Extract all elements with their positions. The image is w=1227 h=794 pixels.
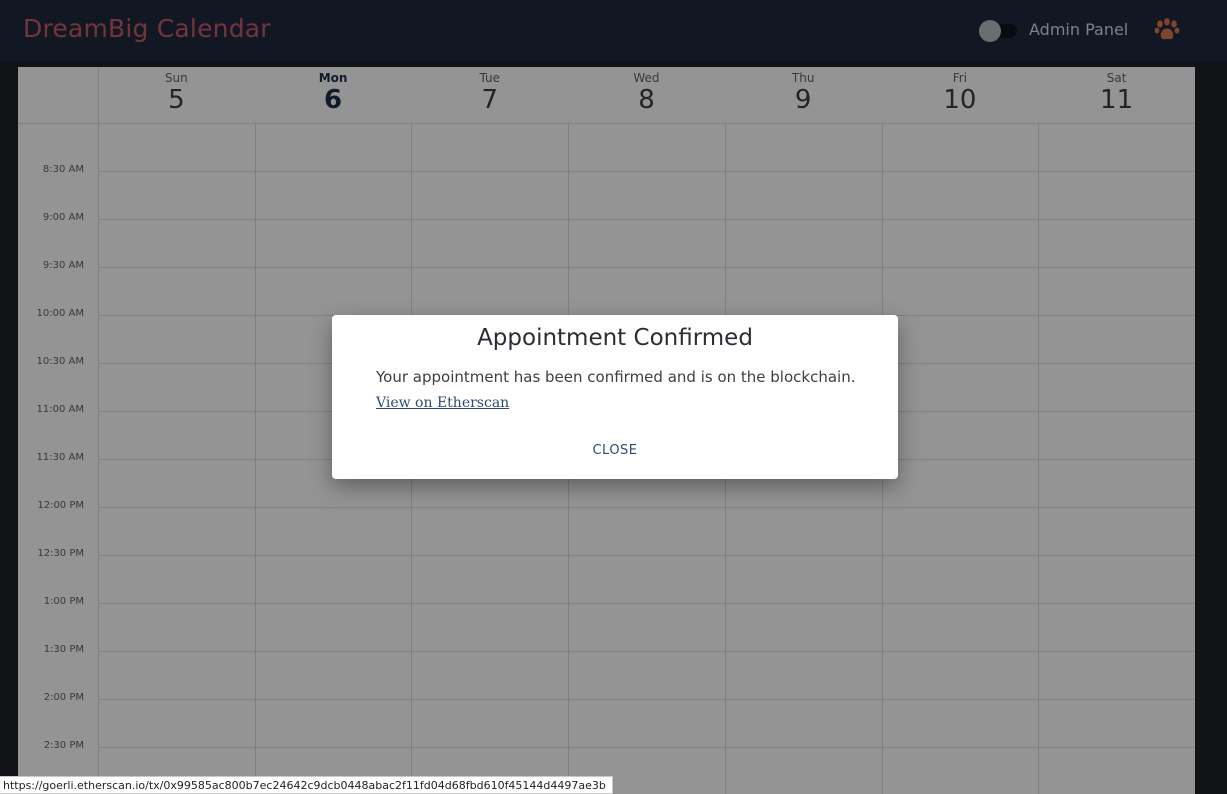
- dialog-title: Appointment Confirmed: [477, 325, 753, 351]
- confirmation-dialog: Appointment Confirmed Your appointment h…: [332, 315, 898, 479]
- link-status-bar: https://goerli.etherscan.io/tx/0x99585ac…: [0, 776, 613, 794]
- close-button[interactable]: CLOSE: [575, 438, 655, 464]
- etherscan-link[interactable]: View on Etherscan: [376, 395, 509, 411]
- dialog-message: Your appointment has been confirmed and …: [376, 368, 856, 386]
